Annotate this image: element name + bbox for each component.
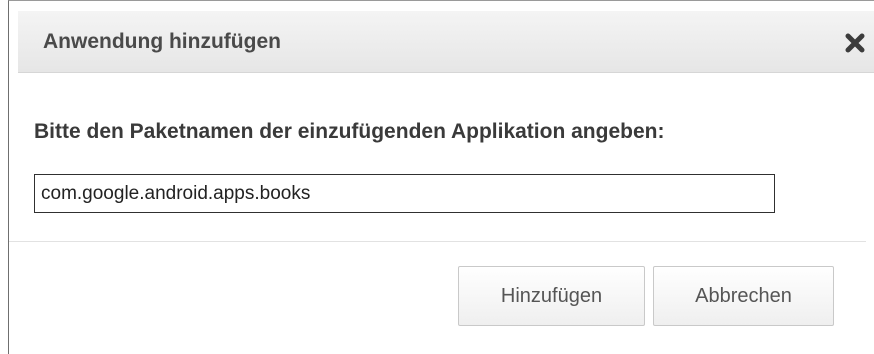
dialog-titlebar: Anwendung hinzufügen [18,11,874,73]
close-icon[interactable] [845,33,865,53]
cancel-button[interactable]: Abbrechen [653,266,834,326]
dialog-title: Anwendung hinzufügen [43,30,281,53]
add-button[interactable]: Hinzufügen [458,266,645,326]
package-name-prompt: Bitte den Paketnamen der einzufügenden A… [34,120,665,143]
package-name-input[interactable] [34,174,775,213]
footer-divider [9,241,866,242]
